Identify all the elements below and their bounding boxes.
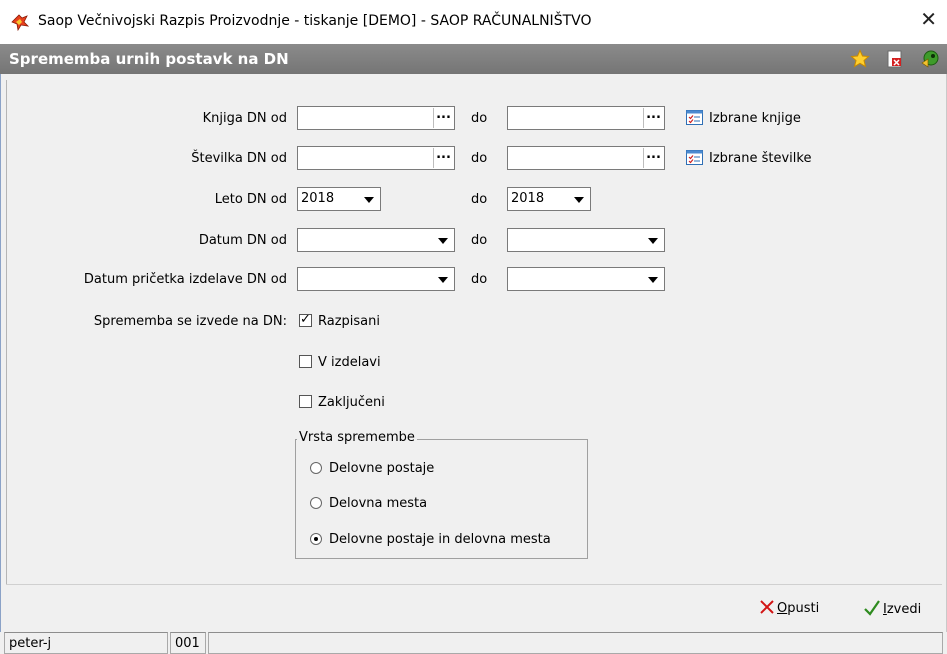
checkbox-box[interactable] bbox=[299, 355, 312, 368]
sprememba-label: Sprememba se izvede na DN: bbox=[93, 314, 287, 329]
leto-to-select[interactable]: 2018 bbox=[507, 187, 591, 211]
stevilka-to-field[interactable]: ... bbox=[507, 146, 665, 170]
leto-to-label: do bbox=[471, 192, 488, 207]
radio-delovne-postaje[interactable]: Delovne postaje bbox=[310, 461, 434, 476]
izbrane-stevilke-label: Izbrane številke bbox=[709, 151, 812, 166]
datum-from-picker[interactable] bbox=[297, 228, 455, 252]
radio-dot bbox=[314, 537, 318, 541]
knjiga-from-label: Knjiga DN od bbox=[202, 111, 287, 126]
vrsta-spremembe-legend: Vrsta spremembe bbox=[297, 430, 417, 445]
divider bbox=[6, 584, 942, 585]
radio-delovna-mesta[interactable]: Delovna mesta bbox=[310, 496, 427, 511]
knjiga-to-field[interactable]: ... bbox=[507, 106, 665, 130]
v-izdelavi-checkbox[interactable]: V izdelavi bbox=[299, 355, 381, 370]
stevilka-from-lookup-button[interactable]: ... bbox=[433, 148, 453, 168]
delovna-mesta-label: Delovna mesta bbox=[329, 496, 428, 511]
knjiga-from-field[interactable]: ... bbox=[297, 106, 455, 130]
status-extra bbox=[208, 632, 943, 654]
razpisani-label: Razpisani bbox=[318, 314, 380, 329]
datum-pricetka-from-label: Datum pričetka izdelave DN od bbox=[83, 272, 287, 287]
datum-to-picker[interactable] bbox=[507, 228, 665, 252]
chevron-down-icon[interactable] bbox=[643, 230, 663, 250]
header-bar: Sprememba urnih postavk na DN bbox=[0, 44, 947, 74]
zakljuceni-checkbox[interactable]: Zaključeni bbox=[299, 395, 385, 410]
status-user: peter-j bbox=[4, 632, 168, 654]
zakljuceni-label: Zaključeni bbox=[318, 395, 385, 410]
radio-circle[interactable] bbox=[310, 497, 322, 509]
execute-button[interactable]: Izvedi bbox=[864, 600, 921, 617]
leto-from-select[interactable]: 2018 bbox=[297, 187, 381, 211]
checkbox-box[interactable] bbox=[299, 395, 312, 408]
chevron-down-icon[interactable] bbox=[643, 269, 663, 289]
title-bar: Saop Večnivojski Razpis Proizvodnje - ti… bbox=[0, 0, 947, 44]
knjiga-to-label: do bbox=[471, 111, 488, 126]
check-icon: ✓ bbox=[300, 312, 311, 327]
star-icon[interactable] bbox=[850, 49, 870, 69]
izbrane-stevilke-button[interactable]: Izbrane številke bbox=[686, 150, 811, 166]
stevilka-to-label: do bbox=[471, 151, 488, 166]
saop-app-icon bbox=[11, 14, 30, 31]
close-icon bbox=[760, 600, 774, 614]
list-select-icon bbox=[686, 150, 703, 165]
checkmark-icon bbox=[864, 600, 880, 616]
close-icon[interactable]: ✕ bbox=[920, 9, 937, 29]
knjiga-from-lookup-button[interactable]: ... bbox=[433, 108, 453, 128]
radio-circle[interactable] bbox=[310, 533, 322, 545]
radio-circle[interactable] bbox=[310, 462, 322, 474]
chevron-down-icon[interactable] bbox=[433, 230, 453, 250]
datum-pricetka-to-picker[interactable] bbox=[507, 267, 665, 291]
chevron-down-icon[interactable] bbox=[433, 269, 453, 289]
postaje-in-mesta-label: Delovne postaje in delovna mesta bbox=[329, 532, 551, 547]
stevilka-to-lookup-button[interactable]: ... bbox=[643, 148, 663, 168]
checkbox-box[interactable]: ✓ bbox=[299, 312, 312, 327]
window-title: Saop Večnivojski Razpis Proizvodnje - ti… bbox=[38, 13, 592, 29]
datum-pricetka-from-picker[interactable] bbox=[297, 267, 455, 291]
status-code: 001 bbox=[170, 632, 206, 654]
chevron-down-icon[interactable] bbox=[569, 189, 589, 209]
exit-icon[interactable] bbox=[920, 49, 940, 69]
izbrane-knjige-label: Izbrane knjige bbox=[709, 111, 801, 126]
datum-to-label: do bbox=[471, 233, 488, 248]
list-select-icon bbox=[686, 110, 703, 125]
v-izdelavi-label: V izdelavi bbox=[318, 355, 381, 370]
radio-postaje-in-mesta[interactable]: Delovne postaje in delovna mesta bbox=[310, 532, 551, 547]
stevilka-from-label: Številka DN od bbox=[191, 151, 287, 166]
delovne-postaje-label: Delovne postaje bbox=[329, 461, 435, 476]
izbrane-knjige-button[interactable]: Izbrane knjige bbox=[686, 110, 801, 126]
datum-from-label: Datum DN od bbox=[198, 233, 287, 248]
chevron-down-icon[interactable] bbox=[359, 189, 379, 209]
pdf-icon[interactable] bbox=[885, 49, 905, 69]
cancel-button[interactable]: Opusti bbox=[760, 600, 819, 616]
razpisani-checkbox[interactable]: ✓ Razpisani bbox=[299, 312, 380, 329]
knjiga-to-lookup-button[interactable]: ... bbox=[643, 108, 663, 128]
page-title: Sprememba urnih postavk na DN bbox=[9, 50, 289, 68]
leto-from-label: Leto DN od bbox=[214, 192, 287, 207]
stevilka-from-field[interactable]: ... bbox=[297, 146, 455, 170]
status-bar: peter-j 001 bbox=[0, 632, 947, 654]
datum-pricetka-to-label: do bbox=[471, 272, 488, 287]
